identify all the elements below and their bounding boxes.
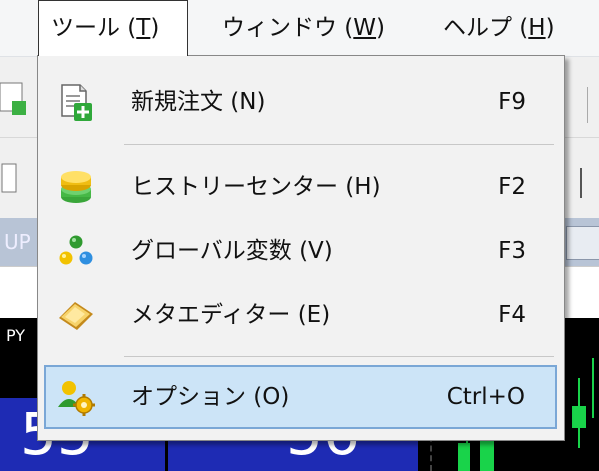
new-order-icon — [61, 84, 92, 121]
menu-item-history-center-shortcut: F2 — [498, 174, 526, 200]
menu-item-history-center-label: ヒストリーセンター (H) — [131, 174, 381, 200]
toolbar-new-order-icon[interactable] — [0, 79, 30, 119]
menu-help[interactable]: ヘルプ (H) — [443, 0, 555, 56]
menu-item-new-order-shortcut: F9 — [498, 89, 526, 115]
menu-item-global-variables-shortcut: F3 — [498, 238, 526, 264]
menu-item-global-variables[interactable]: グローバル変数 (V) F3 — [38, 219, 564, 283]
menu-window-close: ) — [376, 15, 386, 41]
menu-window-label: ウィンドウ ( — [222, 15, 354, 41]
tools-dropdown-menu: 新規注文 (N) F9 ヒストリーセンター (H) F2 グローバル変数 (V)… — [37, 55, 565, 441]
menu-tools-close: ) — [150, 15, 160, 41]
menu-item-options[interactable]: オプション (O) Ctrl+O — [44, 365, 557, 429]
menu-tools-label: ツール ( — [51, 15, 137, 41]
menu-tools-key: T — [136, 15, 151, 41]
options-icon — [58, 381, 95, 416]
menu-window-key: W — [353, 15, 377, 41]
menu-item-metaeditor-shortcut: F4 — [498, 302, 526, 328]
panel-control[interactable] — [566, 226, 599, 260]
menu-help-key: H — [528, 15, 546, 41]
toolbar-separator — [573, 87, 588, 123]
panel-label: UP — [4, 230, 31, 254]
menu-item-metaeditor[interactable]: メタエディター (E) F4 — [38, 283, 564, 347]
menu-item-global-variables-label: グローバル変数 (V) — [131, 238, 333, 264]
toolbar-template-icon[interactable] — [0, 160, 20, 200]
menu-tools[interactable]: ツール (T) — [38, 0, 188, 56]
candle-wick — [592, 358, 594, 418]
chart-symbol-label: PY — [6, 326, 26, 345]
menu-item-metaeditor-label: メタエディター (E) — [131, 302, 331, 328]
toolbar-marker — [580, 168, 582, 198]
candle-body — [572, 406, 586, 428]
menu-separator — [124, 356, 554, 357]
menu-window[interactable]: ウィンドウ (W) — [222, 0, 385, 56]
menu-item-new-order[interactable]: 新規注文 (N) F9 — [38, 70, 564, 134]
menu-item-new-order-label: 新規注文 (N) — [131, 89, 266, 115]
metaeditor-icon — [59, 302, 93, 330]
menu-bar: ツール (T) ウィンドウ (W) ヘルプ (H) — [0, 0, 599, 57]
menu-help-label: ヘルプ ( — [443, 15, 529, 41]
global-variables-icon — [59, 235, 93, 265]
history-center-icon — [61, 171, 91, 203]
menu-help-close: ) — [545, 15, 555, 41]
menu-item-options-label: オプション (O) — [131, 384, 290, 410]
menu-separator — [124, 144, 554, 145]
candle-body — [458, 443, 470, 471]
menu-item-options-shortcut: Ctrl+O — [446, 384, 525, 410]
menu-item-history-center[interactable]: ヒストリーセンター (H) F2 — [38, 155, 564, 219]
